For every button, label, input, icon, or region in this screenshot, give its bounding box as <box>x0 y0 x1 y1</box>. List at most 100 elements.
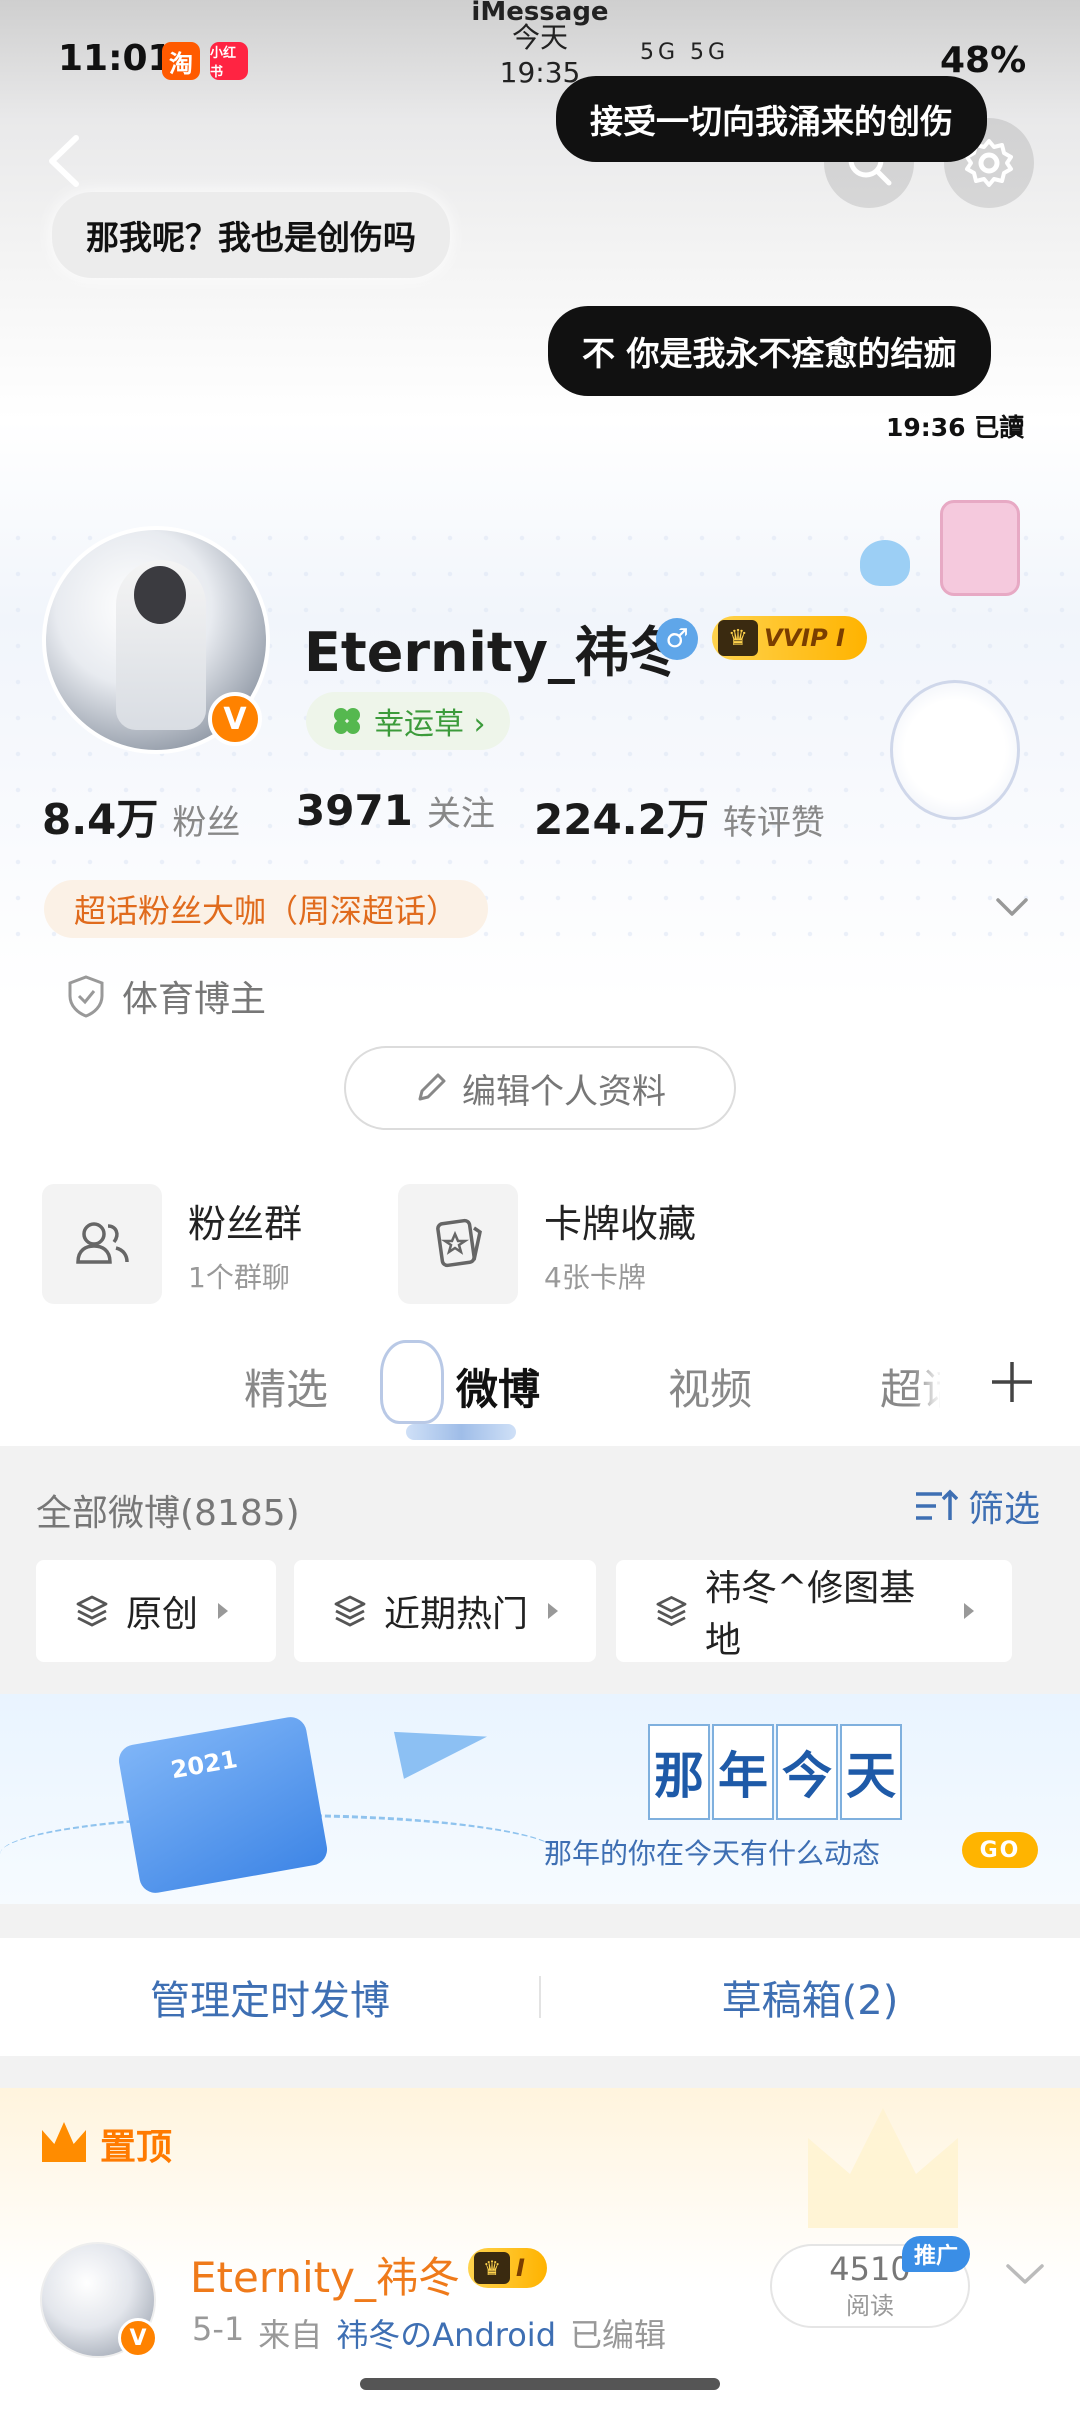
promote-tag[interactable]: 推广 <box>902 2236 970 2272</box>
stat-fans-count: 8.4万 <box>42 795 159 844</box>
caret-right-icon <box>548 1603 558 1619</box>
chip-photo-base-label: 祎冬^修图基地 <box>704 1568 916 1661</box>
stat-interactions-label: 转评赞 <box>722 803 825 843</box>
chip-original[interactable]: 原创 <box>36 1560 276 1662</box>
layers-icon <box>334 1595 366 1627</box>
post-meta: 5-1 来自 祎冬のAndroid 已编辑 <box>192 2310 666 2356</box>
title-char: 那 <box>648 1724 710 1820</box>
post-vip-label: I <box>516 2254 525 2282</box>
title-char: 年 <box>712 1724 774 1820</box>
read-count-label: 阅读 <box>846 2291 894 2320</box>
shield-icon <box>68 975 104 1018</box>
post-from-prefix: 来自 <box>258 2316 323 2354</box>
verified-badge-icon: V <box>208 692 262 746</box>
vip-badge-label: VVIP I <box>764 624 845 652</box>
manage-row: 管理定时发博 草稿箱(2) <box>0 1938 1080 2056</box>
vip-badge[interactable]: ♛ VVIP I <box>712 616 867 660</box>
card-collection-entry[interactable]: 卡牌收藏 4张卡牌 <box>398 1184 696 1304</box>
lucky-clover-label: 幸运草 › <box>374 707 486 742</box>
fan-group-sub: 1个群聊 <box>188 1260 290 1294</box>
pencil-icon <box>418 1073 446 1101</box>
expand-profile-button[interactable] <box>990 890 1034 926</box>
go-button[interactable]: GO <box>962 1832 1038 1868</box>
layers-icon <box>76 1595 108 1627</box>
post-date: 5-1 <box>192 2310 245 2348</box>
card-collection-title: 卡牌收藏 <box>544 1201 697 1246</box>
crown-icon: ♛ <box>474 2252 510 2284</box>
edit-profile-label: 编辑个人资料 <box>462 1071 666 1112</box>
title-char: 天 <box>840 1724 902 1820</box>
filter-label: 筛选 <box>968 1489 1041 1530</box>
avatar-hair <box>134 566 186 624</box>
bunny-sticker-icon <box>890 680 1020 820</box>
on-this-day-banner[interactable]: 2021 那 年 今 天 那年的你在今天有什么动态 GO <box>0 1694 1080 1904</box>
add-tab-button[interactable] <box>944 1342 1080 1422</box>
profile-tabs: 精选 微博 视频 超话 <box>0 1320 1080 1446</box>
tab-video[interactable]: 视频 <box>668 1356 752 1417</box>
paper-plane-icon <box>393 1713 493 1779</box>
xiaohongshu-icon: 小红书 <box>210 42 248 80</box>
clover-icon <box>334 708 360 734</box>
tab-mascot-icon <box>380 1340 444 1424</box>
tab-supertopic[interactable]: 超话 <box>880 1356 940 1417</box>
chip-recent-hot-label: 近期热门 <box>384 1594 529 1635</box>
stat-fans[interactable]: 8.4万 粉丝 <box>42 786 240 847</box>
tab-featured[interactable]: 精选 <box>244 1356 328 1417</box>
game-console-sticker-icon <box>940 500 1020 596</box>
network-icon: 5G 5G <box>640 40 730 65</box>
verified-badge-icon: V <box>118 2318 158 2358</box>
title-char: 今 <box>776 1724 838 1820</box>
tab-active-indicator <box>406 1424 516 1440</box>
stat-interactions[interactable]: 224.2万 转评赞 <box>534 786 825 847</box>
drafts-button[interactable]: 草稿箱(2) <box>540 1938 1080 2056</box>
card-collection-sub: 4张卡牌 <box>544 1260 646 1294</box>
battery-level: 48% <box>940 40 1027 81</box>
crown-decoration-icon <box>808 2108 958 2228</box>
pinned-label: 置顶 <box>100 2127 173 2168</box>
edit-profile-button[interactable]: 编辑个人资料 <box>344 1046 736 1130</box>
chip-photo-base[interactable]: 祎冬^修图基地 <box>616 1560 1012 1662</box>
lucky-clover-pill[interactable]: 幸运草 › <box>306 692 510 750</box>
stat-fans-label: 粉丝 <box>172 803 241 843</box>
stat-following-label: 关注 <box>426 794 495 834</box>
fan-group-entry[interactable]: 粉丝群 1个群聊 <box>42 1184 302 1304</box>
heart-sticker-icon <box>860 540 910 586</box>
on-this-day-subtitle: 那年的你在今天有什么动态 <box>544 1837 881 1870</box>
post-edited-label: 已编辑 <box>570 2316 667 2354</box>
chat-bubble-outgoing: 接受一切向我涌来的创伤 <box>556 76 987 162</box>
card-icon <box>398 1184 518 1304</box>
chevron-down-icon <box>1006 2264 1044 2284</box>
chat-bubble-incoming: 那我呢？我也是创伤吗 <box>52 192 450 278</box>
fan-group-title: 粉丝群 <box>188 1201 303 1246</box>
chevron-left-icon <box>49 135 79 187</box>
crown-icon <box>42 2122 86 2162</box>
post-vip-badge[interactable]: ♛ I <box>468 2248 547 2288</box>
post-source-link[interactable]: 祎冬のAndroid <box>336 2310 556 2356</box>
on-this-day-title: 那 年 今 天 <box>648 1724 904 1820</box>
stat-interactions-count: 224.2万 <box>534 795 709 844</box>
sport-blogger-label: 体育博主 <box>122 979 267 1020</box>
read-count-number: 4510 <box>829 2249 911 2288</box>
filter-icon <box>916 1489 958 1520</box>
profile-username: Eternity_祎冬 <box>304 621 683 684</box>
scheduled-posts-button[interactable]: 管理定时发博 <box>0 1938 540 2056</box>
caret-right-icon <box>218 1603 229 1619</box>
stat-following[interactable]: 3971 关注 <box>296 786 495 835</box>
chip-recent-hot[interactable]: 近期热门 <box>294 1560 596 1662</box>
calendar-year: 2021 <box>168 1745 240 1785</box>
post-menu-button[interactable] <box>1000 2256 1050 2292</box>
superfan-tag[interactable]: 超话粉丝大咖（周深超话） <box>44 880 489 938</box>
plus-icon <box>992 1362 1032 1402</box>
stat-following-count: 3971 <box>296 786 413 835</box>
male-gender-icon: ♂ <box>656 618 698 660</box>
crown-icon: ♛ <box>718 620 758 656</box>
profile-sticker-decoration <box>850 500 1070 860</box>
all-posts-count[interactable]: 全部微博(8185) <box>36 1484 300 1536</box>
home-indicator[interactable] <box>360 2378 720 2390</box>
tab-weibo[interactable]: 微博 <box>456 1356 540 1417</box>
post-author-name[interactable]: Eternity_祎冬 <box>190 2244 460 2305</box>
chip-original-label: 原创 <box>126 1594 199 1635</box>
taobao-icon: 淘 <box>162 42 200 80</box>
back-button[interactable] <box>34 126 94 196</box>
filter-button[interactable]: 筛选 <box>914 1480 1040 1532</box>
